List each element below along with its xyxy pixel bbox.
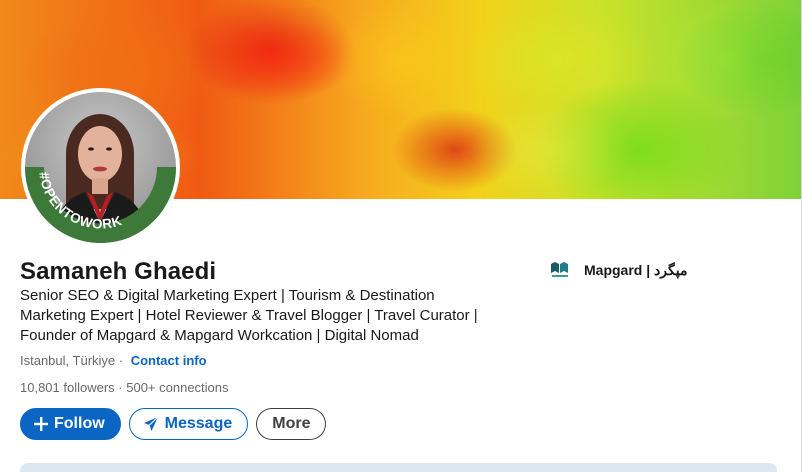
open-to-work-frame: #OPENTOWORK bbox=[25, 166, 176, 243]
followers-count: 10,801 followers bbox=[20, 380, 115, 395]
follow-button[interactable]: Follow bbox=[20, 408, 121, 440]
headline-line: Founder of Mapgard & Mapgard Workcation … bbox=[20, 327, 419, 344]
current-company[interactable]: Mapgard | مپگرد bbox=[550, 261, 687, 279]
message-button[interactable]: Message bbox=[128, 408, 249, 440]
more-label: More bbox=[272, 415, 311, 432]
send-icon bbox=[143, 416, 159, 432]
open-to-work-panel[interactable] bbox=[20, 463, 777, 472]
headline-line: Marketing Expert | Hotel Reviewer & Trav… bbox=[20, 307, 478, 324]
location-row: Istanbul, Türkiye · Contact info bbox=[20, 353, 207, 368]
profile-card: #OPENTOWORK Samaneh Ghaedi Senior SEO & … bbox=[0, 0, 802, 472]
message-label: Message bbox=[164, 415, 233, 432]
profile-headline: Senior SEO & Digital Marketing Expert | … bbox=[20, 286, 520, 346]
headline-line: Senior SEO & Digital Marketing Expert | … bbox=[20, 287, 435, 304]
connections-count[interactable]: 500+ connections bbox=[126, 380, 228, 395]
separator: · bbox=[115, 353, 127, 368]
more-button[interactable]: More bbox=[256, 408, 327, 440]
profile-actions: Follow Message More bbox=[20, 408, 327, 440]
profile-photo[interactable]: #OPENTOWORK bbox=[21, 88, 180, 247]
company-name: Mapgard | مپگرد bbox=[584, 261, 688, 278]
separator: · bbox=[114, 380, 127, 395]
follow-label: Follow bbox=[54, 415, 105, 432]
avatar: #OPENTOWORK bbox=[25, 92, 176, 243]
location-text: Istanbul, Türkiye bbox=[20, 353, 116, 368]
plus-icon bbox=[34, 417, 48, 431]
profile-name: Samaneh Ghaedi bbox=[20, 258, 217, 285]
mapgard-logo-icon bbox=[550, 261, 570, 279]
contact-info-link[interactable]: Contact info bbox=[131, 353, 207, 368]
network-stats: 10,801 followers · 500+ connections bbox=[20, 380, 229, 395]
